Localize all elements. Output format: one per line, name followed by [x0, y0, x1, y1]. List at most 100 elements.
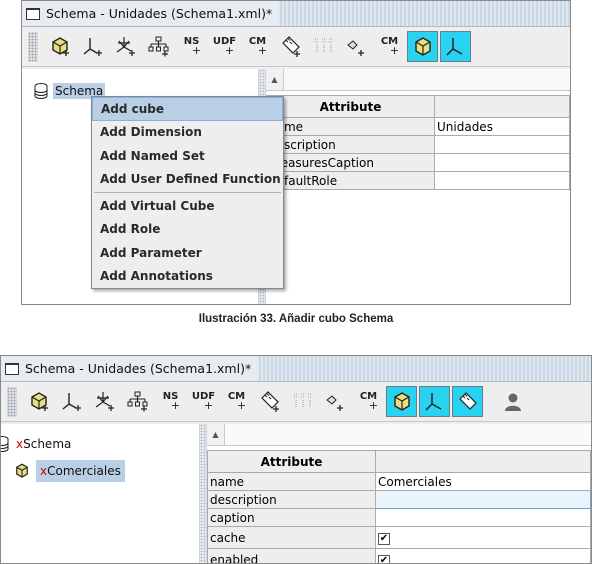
menu-item-add-annotations[interactable]: Add Annotations [92, 265, 283, 289]
add-cube-measure-button[interactable]: CM + [353, 386, 384, 417]
table-row[interactable]: enabled ✔ [207, 548, 591, 563]
table-row[interactable]: description [266, 135, 570, 154]
window-titlebar: Schema - Unidades (Schema1.xml)* [1, 356, 591, 382]
add-level-button[interactable] [143, 31, 174, 62]
measure-view-button[interactable] [452, 386, 483, 417]
attribute-name: description [266, 135, 435, 154]
add-named-set-button[interactable]: NS + [155, 386, 186, 417]
toolbar-grip[interactable] [7, 386, 17, 417]
add-measure-group-icon [293, 392, 312, 408]
dimension-view-button[interactable] [440, 31, 471, 62]
add-property-button[interactable] [320, 386, 351, 417]
add-udf-icon: UDF + [191, 391, 216, 412]
attribute-value[interactable] [434, 153, 570, 172]
add-cube-icon [30, 391, 48, 411]
table-row[interactable]: name Comerciales [207, 472, 591, 491]
attribute-table: Attribute name Unidades description meas… [266, 95, 570, 190]
add-udf-button[interactable]: UDF + [188, 386, 219, 417]
attribute-name: caption [207, 508, 376, 527]
role-button[interactable] [499, 386, 530, 417]
figure-caption: Ilustración 33. Añadir cubo Schema [198, 313, 394, 325]
menu-item-add-virtual-cube[interactable]: Add Virtual Cube [92, 194, 283, 218]
attribute-name: measuresCaption [266, 153, 435, 172]
attribute-scroll-header: ▲ [266, 69, 570, 91]
add-hierarchy-button[interactable] [110, 31, 141, 62]
menu-item-add-role[interactable]: Add Role [92, 218, 283, 242]
add-dimension-button[interactable] [56, 386, 87, 417]
scroll-up-icon[interactable]: ▲ [207, 424, 225, 445]
attribute-value[interactable]: ✔ [375, 548, 591, 563]
cube-icon [393, 391, 410, 411]
attribute-name: name [207, 472, 376, 491]
add-calculated-member-button[interactable]: CM + [221, 386, 252, 417]
window-title: Schema - Unidades (Schema1.xml)* [25, 361, 252, 376]
toolbar-grip[interactable] [28, 31, 38, 62]
schema-tree: xSchema xComerciales [1, 424, 199, 563]
add-cube-measure-icon: CM + [359, 391, 379, 412]
menu-item-add-udf[interactable]: Add User Defined Function [92, 168, 283, 192]
attribute-value[interactable] [375, 490, 591, 509]
add-cube-measure-button[interactable]: CM + [374, 31, 405, 62]
measure-icon [458, 391, 477, 410]
add-named-set-icon: NS + [162, 391, 181, 412]
add-measure-button[interactable] [254, 386, 285, 417]
window-icon [5, 362, 19, 375]
add-udf-button[interactable]: UDF + [209, 31, 240, 62]
add-measure-group-button[interactable] [287, 386, 318, 417]
tree-node-label: xSchema [14, 436, 73, 452]
enabled-checkbox[interactable]: ✔ [378, 555, 390, 563]
attribute-value[interactable] [434, 171, 570, 190]
database-icon [34, 83, 48, 99]
menu-item-add-named-set[interactable]: Add Named Set [92, 144, 283, 168]
table-row[interactable]: caption [207, 508, 591, 527]
context-menu: Add cube Add Dimension Add Named Set Add… [91, 96, 284, 289]
attribute-value[interactable] [434, 135, 570, 154]
attribute-name: defaultRole [266, 171, 435, 190]
add-measure-group-button[interactable] [308, 31, 339, 62]
tree-node-text: Schema [23, 437, 72, 451]
add-hierarchy-button[interactable] [89, 386, 120, 417]
attribute-value[interactable] [375, 508, 591, 527]
add-level-button[interactable] [122, 386, 153, 417]
dimension-view-button[interactable] [419, 386, 450, 417]
schema-workbench-window-1: Schema - Unidades (Schema1.xml)* NS + UDF… [21, 0, 571, 305]
table-row[interactable]: description [207, 490, 591, 509]
add-property-button[interactable] [341, 31, 372, 62]
add-measure-icon [260, 390, 279, 412]
add-property-icon [325, 394, 343, 411]
attribute-value[interactable]: Comerciales [375, 472, 591, 491]
add-calculated-member-button[interactable]: CM + [242, 31, 273, 62]
attribute-value[interactable]: Unidades [434, 117, 570, 136]
add-cube-icon [51, 36, 69, 56]
tree-node-label: xComerciales [36, 460, 125, 482]
user-icon [504, 393, 521, 411]
add-udf-icon: UDF + [212, 36, 237, 57]
add-named-set-button[interactable]: NS + [176, 31, 207, 62]
table-row[interactable]: defaultRole [266, 171, 570, 190]
attribute-value[interactable]: ✔ [375, 526, 591, 549]
table-row[interactable]: cache ✔ [207, 526, 591, 549]
cache-checkbox[interactable]: ✔ [378, 533, 390, 545]
add-calculated-member-icon: CM + [227, 391, 247, 412]
tree-node-cube[interactable]: xComerciales [13, 460, 125, 482]
add-dimension-icon [62, 392, 81, 411]
menu-item-add-cube[interactable]: Add cube [92, 97, 283, 121]
table-row[interactable]: measuresCaption [266, 153, 570, 172]
tree-node-schema[interactable]: xSchema [1, 436, 73, 452]
add-measure-button[interactable] [275, 31, 306, 62]
cube-view-button[interactable] [386, 386, 417, 417]
add-cube-button[interactable] [23, 386, 54, 417]
attribute-scroll-header: ▲ [207, 424, 591, 446]
add-cube-button[interactable] [44, 31, 75, 62]
menu-separator [94, 192, 281, 193]
scroll-up-icon[interactable]: ▲ [266, 69, 284, 90]
menu-item-add-dimension[interactable]: Add Dimension [92, 121, 283, 145]
menu-item-add-parameter[interactable]: Add Parameter [92, 241, 283, 265]
add-named-set-icon: NS + [183, 36, 202, 57]
add-dimension-button[interactable] [77, 31, 108, 62]
add-dimension-icon [83, 37, 102, 56]
split-pane-divider[interactable] [199, 424, 207, 563]
content-area: xSchema xComerciales ▲ Attribute name Co… [1, 424, 591, 563]
table-row[interactable]: name Unidades [266, 117, 570, 136]
cube-view-button[interactable] [407, 31, 438, 62]
